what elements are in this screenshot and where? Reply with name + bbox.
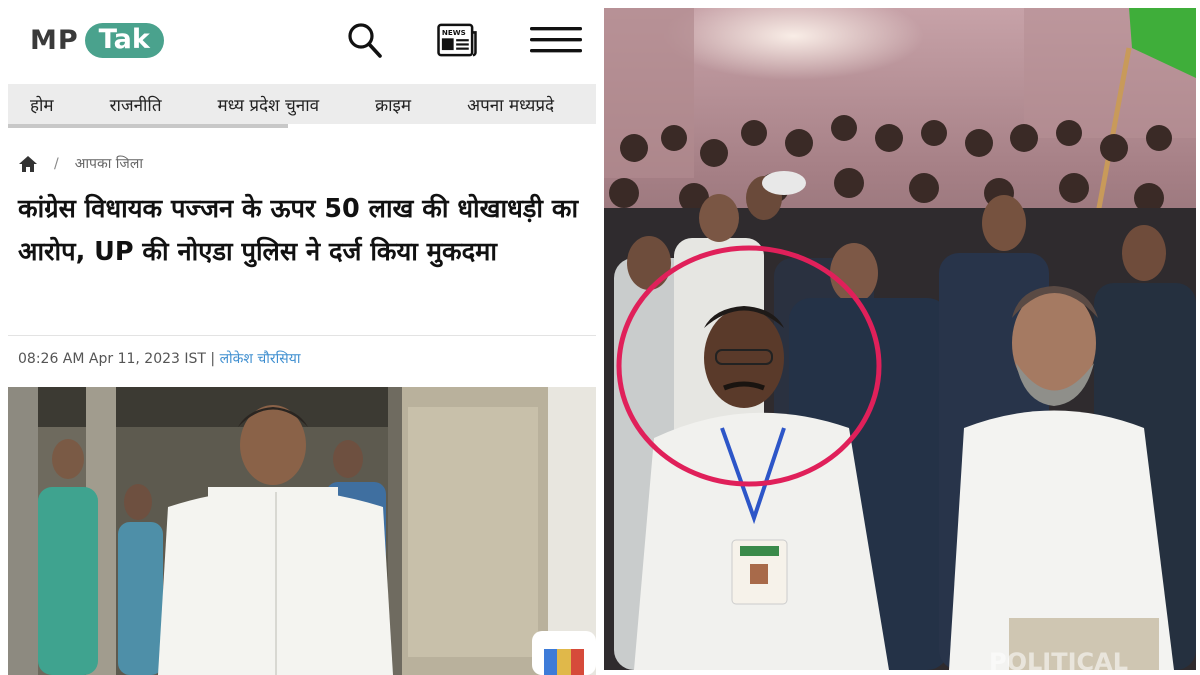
- nav-scroll-indicator: [8, 124, 288, 128]
- search-icon[interactable]: [344, 20, 386, 60]
- article-photo: [8, 387, 596, 675]
- category-nav: होम राजनीति मध्य प्रदेश चुनाव क्राइम अपन…: [8, 84, 596, 124]
- newspaper-icon-label: NEWS: [442, 28, 466, 37]
- site-logo[interactable]: MP Tak: [30, 18, 164, 62]
- breadcrumb-section[interactable]: आपका जिला: [75, 154, 143, 173]
- breadcrumb: / आपका जिला: [18, 154, 143, 173]
- watermark-text: POLITICAL: [989, 648, 1128, 670]
- home-icon[interactable]: [18, 155, 38, 173]
- meta-separator: |: [210, 351, 216, 367]
- site-header: MP Tak NEWS: [0, 0, 600, 82]
- article-timestamp: 08:26 AM Apr 11, 2023 IST: [18, 351, 206, 367]
- crowd-photo: POLITICAL: [604, 8, 1196, 670]
- hamburger-menu-icon[interactable]: [528, 20, 584, 60]
- article-headline: कांग्रेस विधायक पज्जन के ऊपर 50 लाख की ध…: [18, 194, 579, 267]
- logo-mp-text: MP: [30, 24, 79, 56]
- nav-item-apna-mp[interactable]: अपना मध्यप्रदे: [445, 93, 554, 116]
- breadcrumb-separator: /: [54, 155, 59, 172]
- logo-tak-badge: Tak: [84, 22, 164, 58]
- newspaper-icon[interactable]: NEWS: [436, 20, 478, 60]
- nav-item-home[interactable]: होम: [8, 93, 54, 116]
- news-article-screenshot: MP Tak NEWS होम राजनीति मध्य प्रदेश चुना…: [0, 0, 600, 675]
- nav-item-politics[interactable]: राजनीति: [88, 93, 162, 116]
- article-meta: 08:26 AM Apr 11, 2023 IST | लोकेश चौरसिय…: [18, 349, 300, 368]
- article-author-link[interactable]: लोकेश चौरसिया: [220, 351, 301, 367]
- divider: [8, 335, 596, 336]
- nav-item-crime[interactable]: क्राइम: [353, 93, 411, 116]
- nav-item-mp-elections[interactable]: मध्य प्रदेश चुनाव: [196, 93, 320, 116]
